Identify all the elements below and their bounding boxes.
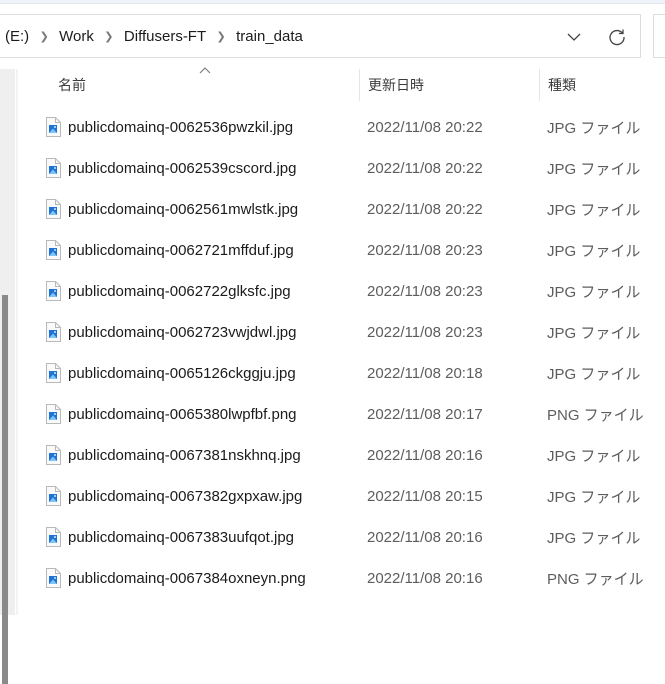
chevron-right-icon[interactable]: ❯ bbox=[210, 30, 232, 43]
file-name: publicdomainq-0067384oxneyn.png bbox=[68, 570, 306, 587]
file-row[interactable]: publicdomainq-0062721mffduf.jpg 2022/11/0… bbox=[30, 230, 665, 271]
file-type: JPG ファイル bbox=[547, 530, 641, 547]
navigation-pane-scrollbar[interactable] bbox=[2, 295, 8, 684]
image-file-icon bbox=[46, 281, 61, 301]
column-header-type[interactable]: 種類 bbox=[548, 69, 576, 101]
file-type: JPG ファイル bbox=[547, 161, 641, 178]
file-row[interactable]: publicdomainq-0067382gxpxaw.jpg 2022/11/0… bbox=[30, 476, 665, 517]
file-type: JPG ファイル bbox=[547, 448, 641, 465]
sort-ascending-icon bbox=[199, 67, 211, 74]
breadcrumb-drive[interactable]: (E:) bbox=[0, 28, 33, 45]
breadcrumb: (E:) ❯ Work ❯ Diffusers-FT ❯ train_data bbox=[0, 15, 307, 57]
refresh-icon bbox=[609, 29, 625, 46]
file-name: publicdomainq-0065380lwpfbf.png bbox=[68, 406, 297, 423]
file-row[interactable]: publicdomainq-0062722glksfc.jpg 2022/11/0… bbox=[30, 271, 665, 312]
navigation-pane bbox=[0, 69, 15, 684]
image-file-icon bbox=[46, 199, 61, 219]
image-file-icon bbox=[46, 445, 61, 465]
file-name: publicdomainq-0067383uufqot.jpg bbox=[68, 529, 295, 546]
file-type: JPG ファイル bbox=[547, 120, 641, 137]
image-file-icon bbox=[46, 363, 61, 383]
address-history-dropdown-button[interactable] bbox=[562, 25, 586, 49]
file-type: JPG ファイル bbox=[547, 325, 641, 342]
file-row[interactable]: publicdomainq-0062539cscord.jpg 2022/11/0… bbox=[30, 148, 665, 189]
refresh-button[interactable] bbox=[605, 25, 629, 49]
image-file-icon bbox=[46, 240, 61, 260]
search-box[interactable] bbox=[653, 14, 665, 58]
column-divider[interactable] bbox=[539, 69, 540, 101]
file-name: publicdomainq-0062536pwzkil.jpg bbox=[68, 119, 294, 136]
column-divider[interactable] bbox=[359, 69, 360, 101]
file-name: publicdomainq-0062723vwjdwl.jpg bbox=[68, 324, 297, 341]
file-date-modified: 2022/11/08 20:23 bbox=[367, 283, 483, 300]
image-file-icon bbox=[46, 486, 61, 506]
image-file-icon bbox=[46, 158, 61, 178]
file-type: JPG ファイル bbox=[547, 489, 641, 506]
breadcrumb-diffusers-ft[interactable]: Diffusers-FT bbox=[120, 28, 210, 45]
file-row[interactable]: publicdomainq-0062561mwlstk.jpg 2022/11/0… bbox=[30, 189, 665, 230]
file-row[interactable]: publicdomainq-0067381nskhnq.jpg 2022/11/0… bbox=[30, 435, 665, 476]
file-date-modified: 2022/11/08 20:23 bbox=[367, 324, 483, 341]
file-date-modified: 2022/11/08 20:18 bbox=[367, 365, 483, 382]
pane-divider[interactable] bbox=[16, 69, 18, 615]
file-type: PNG ファイル bbox=[547, 571, 644, 588]
chevron-right-icon[interactable]: ❯ bbox=[98, 30, 120, 43]
image-file-icon bbox=[46, 322, 61, 342]
chevron-down-icon bbox=[567, 33, 581, 41]
address-bar[interactable]: (E:) ❯ Work ❯ Diffusers-FT ❯ train_data bbox=[0, 14, 641, 58]
file-name: publicdomainq-0067382gxpxaw.jpg bbox=[68, 488, 303, 505]
column-header-date-modified[interactable]: 更新日時 bbox=[368, 69, 424, 101]
file-row[interactable]: publicdomainq-0067384oxneyn.png 2022/11/0… bbox=[30, 558, 665, 599]
file-type: PNG ファイル bbox=[547, 407, 644, 424]
file-date-modified: 2022/11/08 20:22 bbox=[367, 201, 483, 218]
breadcrumb-work[interactable]: Work bbox=[55, 28, 98, 45]
chevron-right-icon[interactable]: ❯ bbox=[33, 30, 55, 43]
file-date-modified: 2022/11/08 20:16 bbox=[367, 570, 483, 587]
file-type: JPG ファイル bbox=[547, 366, 641, 383]
file-date-modified: 2022/11/08 20:17 bbox=[367, 406, 483, 423]
file-date-modified: 2022/11/08 20:15 bbox=[367, 488, 483, 505]
file-date-modified: 2022/11/08 20:22 bbox=[367, 160, 483, 177]
file-date-modified: 2022/11/08 20:23 bbox=[367, 242, 483, 259]
file-name: publicdomainq-0062722glksfc.jpg bbox=[68, 283, 291, 300]
file-type: JPG ファイル bbox=[547, 284, 641, 301]
file-type: JPG ファイル bbox=[547, 243, 641, 260]
file-row[interactable]: publicdomainq-0067383uufqot.jpg 2022/11/0… bbox=[30, 517, 665, 558]
image-file-icon bbox=[46, 527, 61, 547]
breadcrumb-train-data[interactable]: train_data bbox=[232, 28, 307, 45]
file-row[interactable]: publicdomainq-0065380lwpfbf.png 2022/11/0… bbox=[30, 394, 665, 435]
file-name: publicdomainq-0062721mffduf.jpg bbox=[68, 242, 294, 259]
file-type: JPG ファイル bbox=[547, 202, 641, 219]
file-date-modified: 2022/11/08 20:16 bbox=[367, 529, 483, 546]
image-file-icon bbox=[46, 117, 61, 137]
file-row[interactable]: publicdomainq-0062723vwjdwl.jpg 2022/11/0… bbox=[30, 312, 665, 353]
file-date-modified: 2022/11/08 20:22 bbox=[367, 119, 483, 136]
file-name: publicdomainq-0062539cscord.jpg bbox=[68, 160, 297, 177]
file-date-modified: 2022/11/08 20:16 bbox=[367, 447, 483, 464]
file-row[interactable]: publicdomainq-0062536pwzkil.jpg 2022/11/0… bbox=[30, 107, 665, 148]
file-row[interactable]: publicdomainq-0065126ckggju.jpg 2022/11/0… bbox=[30, 353, 665, 394]
file-name: publicdomainq-0065126ckggju.jpg bbox=[68, 365, 296, 382]
file-name: publicdomainq-0062561mwlstk.jpg bbox=[68, 201, 299, 218]
title-bar-strip bbox=[0, 0, 665, 4]
file-name: publicdomainq-0067381nskhnq.jpg bbox=[68, 447, 301, 464]
column-header-name[interactable]: 名前 bbox=[58, 69, 86, 101]
image-file-icon bbox=[46, 404, 61, 424]
image-file-icon bbox=[46, 568, 61, 588]
